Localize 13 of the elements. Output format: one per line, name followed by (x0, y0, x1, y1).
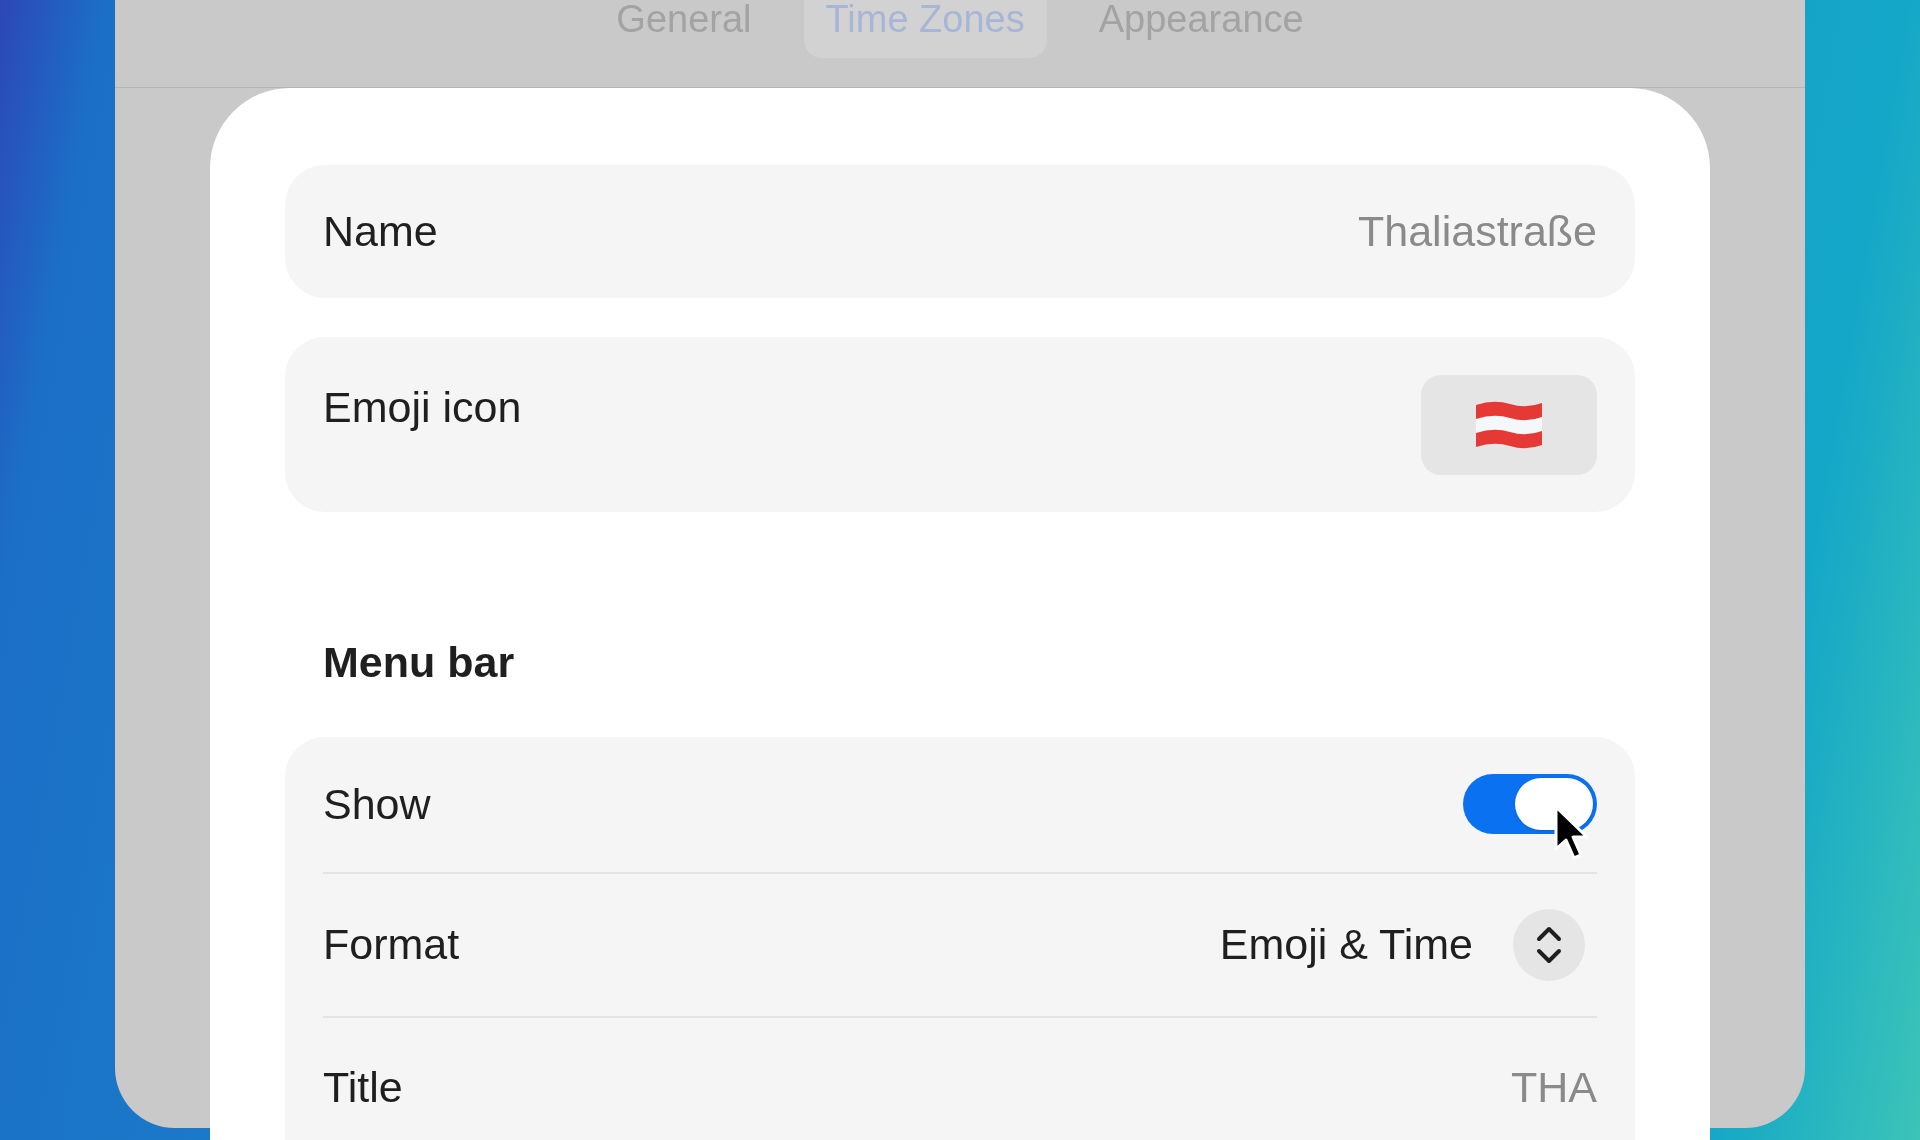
title-value[interactable]: THA (1511, 1055, 1597, 1120)
emoji-label: Emoji icon (323, 382, 522, 433)
toggle-switch[interactable] (1463, 774, 1597, 834)
format-value: Emoji & Time (1219, 919, 1473, 971)
name-value[interactable]: Thaliastraße (1358, 199, 1597, 264)
title-label: Title (323, 1062, 403, 1114)
flag-icon (1474, 399, 1544, 451)
name-label: Name (323, 206, 438, 258)
emoji-button[interactable] (1421, 375, 1597, 475)
show-label: Show (323, 778, 431, 830)
chevron-up-down-icon (1536, 924, 1562, 965)
format-label: Format (323, 919, 460, 971)
section-heading: Menu bar (322, 637, 516, 688)
